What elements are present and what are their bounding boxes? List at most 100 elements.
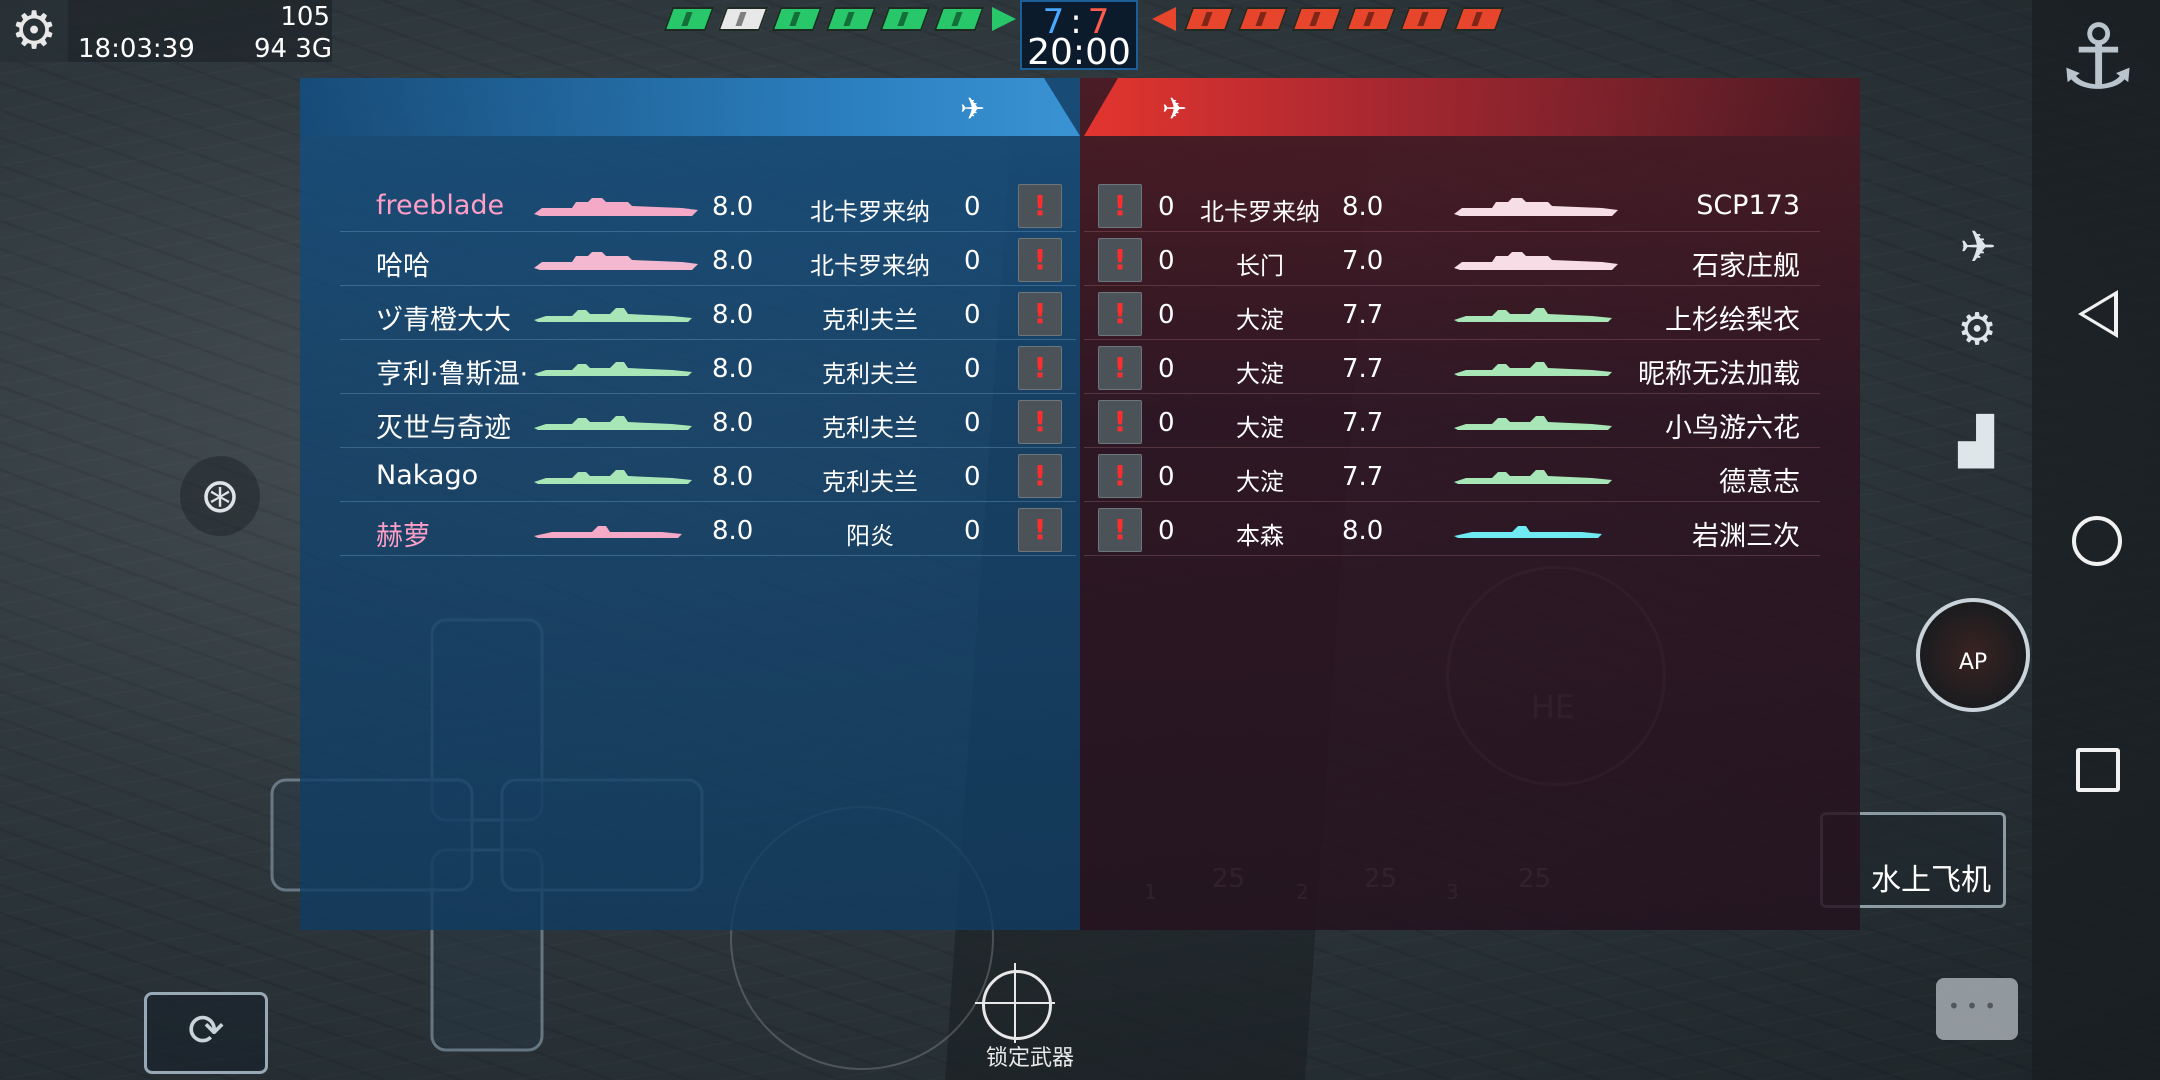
ship-silhouette-icon	[1454, 470, 1612, 484]
ship-silhouette-icon	[1454, 416, 1612, 430]
ship-silhouette-shape	[1454, 526, 1602, 538]
ship-silhouette-icon	[1454, 198, 1618, 216]
blue-player-row[interactable]: freeblade 8.0 北卡罗来纳 0 !	[300, 182, 1080, 234]
damage-value: 0	[964, 246, 981, 276]
red-flag	[1345, 7, 1397, 31]
red-flag	[1291, 7, 1343, 31]
damage-value: 0	[1158, 516, 1175, 546]
chat-icon[interactable]	[1936, 978, 2018, 1040]
ship-silhouette-icon	[534, 308, 692, 322]
blue-player-row[interactable]: 赫萝 8.0 阳炎 0 !	[300, 506, 1080, 558]
blue-flag	[933, 7, 985, 31]
red-player-row[interactable]: ! 0 大淀 7.7 德意志	[1080, 452, 1860, 504]
ship-silhouette-icon	[534, 526, 682, 538]
report-button[interactable]: !	[1018, 238, 1062, 282]
red-player-row[interactable]: ! 0 大淀 7.7 小鸟游六花	[1080, 398, 1860, 450]
home-icon[interactable]	[2072, 516, 2122, 566]
player-name: ヅ青橙大大	[376, 305, 511, 336]
ping-text: 94	[253, 34, 288, 64]
report-button[interactable]: !	[1018, 400, 1062, 444]
ship-silhouette-shape	[1454, 362, 1612, 376]
aircraft-squadron-icon[interactable]: ✈	[1938, 222, 2018, 282]
ap-ammo-button[interactable]: AP	[1916, 598, 2030, 712]
ship-tier: 8.0	[712, 516, 754, 546]
ship-type-name: 阳炎	[846, 522, 894, 550]
row-divider	[340, 447, 1076, 448]
blue-player-row[interactable]: 灭世与奇迹 8.0 克利夫兰 0 !	[300, 398, 1080, 450]
report-button[interactable]: !	[1098, 454, 1142, 498]
report-button[interactable]: !	[1098, 508, 1142, 552]
blue-flag	[825, 7, 877, 31]
player-name: 石家庄舰	[1692, 251, 1800, 282]
neutral-flag	[717, 7, 769, 31]
damage-value: 0	[964, 516, 981, 546]
row-divider	[340, 501, 1076, 502]
blue-flag	[879, 7, 931, 31]
player-name: 岩渊三次	[1692, 521, 1800, 552]
blue-player-row[interactable]: 亨利·鲁斯温· 8.0 克利夫兰 0 !	[300, 344, 1080, 396]
blue-player-row[interactable]: 哈哈 8.0 北卡罗来纳 0 !	[300, 236, 1080, 288]
recent-apps-icon[interactable]	[2076, 748, 2120, 792]
blue-flag-arrow	[992, 7, 1016, 31]
damage-value: 0	[1158, 246, 1175, 276]
player-name: 昵称无法加载	[1638, 359, 1800, 390]
report-button[interactable]: !	[1098, 400, 1142, 444]
ship-type-name: 克利夫兰	[822, 306, 918, 334]
report-button[interactable]: !	[1018, 508, 1062, 552]
report-button[interactable]: !	[1018, 292, 1062, 336]
report-button[interactable]: !	[1098, 292, 1142, 336]
red-player-row[interactable]: ! 0 大淀 7.7 上杉绘梨衣	[1080, 290, 1860, 342]
ship-type-name: 克利夫兰	[822, 360, 918, 388]
player-name: 灭世与奇迹	[376, 413, 511, 444]
red-player-row[interactable]: ! 0 大淀 7.7 昵称无法加载	[1080, 344, 1860, 396]
report-button[interactable]: !	[1018, 184, 1062, 228]
ship-silhouette-icon	[1454, 362, 1612, 376]
red-player-row[interactable]: ! 0 北卡罗来纳 8.0 SCP173	[1080, 182, 1860, 234]
ship-silhouette-shape	[1454, 470, 1612, 484]
row-divider	[1084, 285, 1820, 286]
anchor-icon[interactable]: ⚓	[2048, 8, 2148, 108]
binoculars-icon[interactable]: ⊛	[180, 456, 260, 536]
blue-player-row[interactable]: Nakago 8.0 克利夫兰 0 !	[300, 452, 1080, 504]
blue-capture-flags	[663, 7, 1016, 31]
player-name: SCP173	[1696, 190, 1800, 221]
crosshair-icon[interactable]	[975, 963, 1055, 1043]
player-name: Nakago	[376, 460, 479, 491]
ship-tier: 7.7	[1342, 462, 1384, 492]
red-player-row[interactable]: ! 0 本森 8.0 岩渊三次	[1080, 506, 1860, 558]
ship-silhouette-shape	[534, 308, 692, 322]
report-button[interactable]: !	[1098, 238, 1142, 282]
ship-tier: 7.7	[1342, 354, 1384, 384]
player-name: 赫萝	[376, 521, 430, 552]
ship-type-name: 本森	[1236, 522, 1284, 550]
ship-type-name: 北卡罗来纳	[810, 252, 930, 280]
ship-silhouette-shape	[534, 526, 682, 538]
blue-player-row[interactable]: ヅ青橙大大 8.0 克利夫兰 0 !	[300, 290, 1080, 342]
report-button[interactable]: !	[1018, 346, 1062, 390]
red-player-row[interactable]: ! 0 长门 7.0 石家庄舰	[1080, 236, 1860, 288]
player-name: 德意志	[1719, 467, 1800, 498]
ship-silhouette-shape	[534, 252, 698, 270]
back-icon[interactable]	[2078, 290, 2118, 338]
row-divider	[1084, 393, 1820, 394]
gear-icon[interactable]: ⚙	[0, 0, 68, 62]
ship-silhouette-shape	[1454, 416, 1612, 430]
ship-tier: 8.0	[1342, 192, 1384, 222]
ship-silhouette-icon	[534, 252, 698, 270]
ship-tier: 8.0	[1342, 516, 1384, 546]
damage-value: 0	[964, 462, 981, 492]
report-button[interactable]: !	[1098, 346, 1142, 390]
turret-icon[interactable]: ▟	[1930, 414, 2022, 476]
match-timer: 20:00	[1027, 32, 1131, 73]
ship-silhouette-icon	[1454, 526, 1602, 538]
report-button[interactable]: !	[1018, 454, 1062, 498]
ship-tier: 8.0	[712, 462, 754, 492]
repair-icon[interactable]: ⚙	[1942, 304, 2012, 368]
ship-type-name: 北卡罗来纳	[1200, 198, 1320, 226]
ship-silhouette-shape	[1454, 198, 1618, 216]
ship-tier: 8.0	[712, 408, 754, 438]
ship-tier: 7.7	[1342, 408, 1384, 438]
scoreboard-panel: ✈ ✈ freeblade 8.0 北卡罗来纳 0 ! 哈哈 8.0 北卡罗来纳…	[300, 78, 1860, 930]
report-button[interactable]: !	[1098, 184, 1142, 228]
switch-view-icon[interactable]: ⟳	[144, 992, 268, 1074]
